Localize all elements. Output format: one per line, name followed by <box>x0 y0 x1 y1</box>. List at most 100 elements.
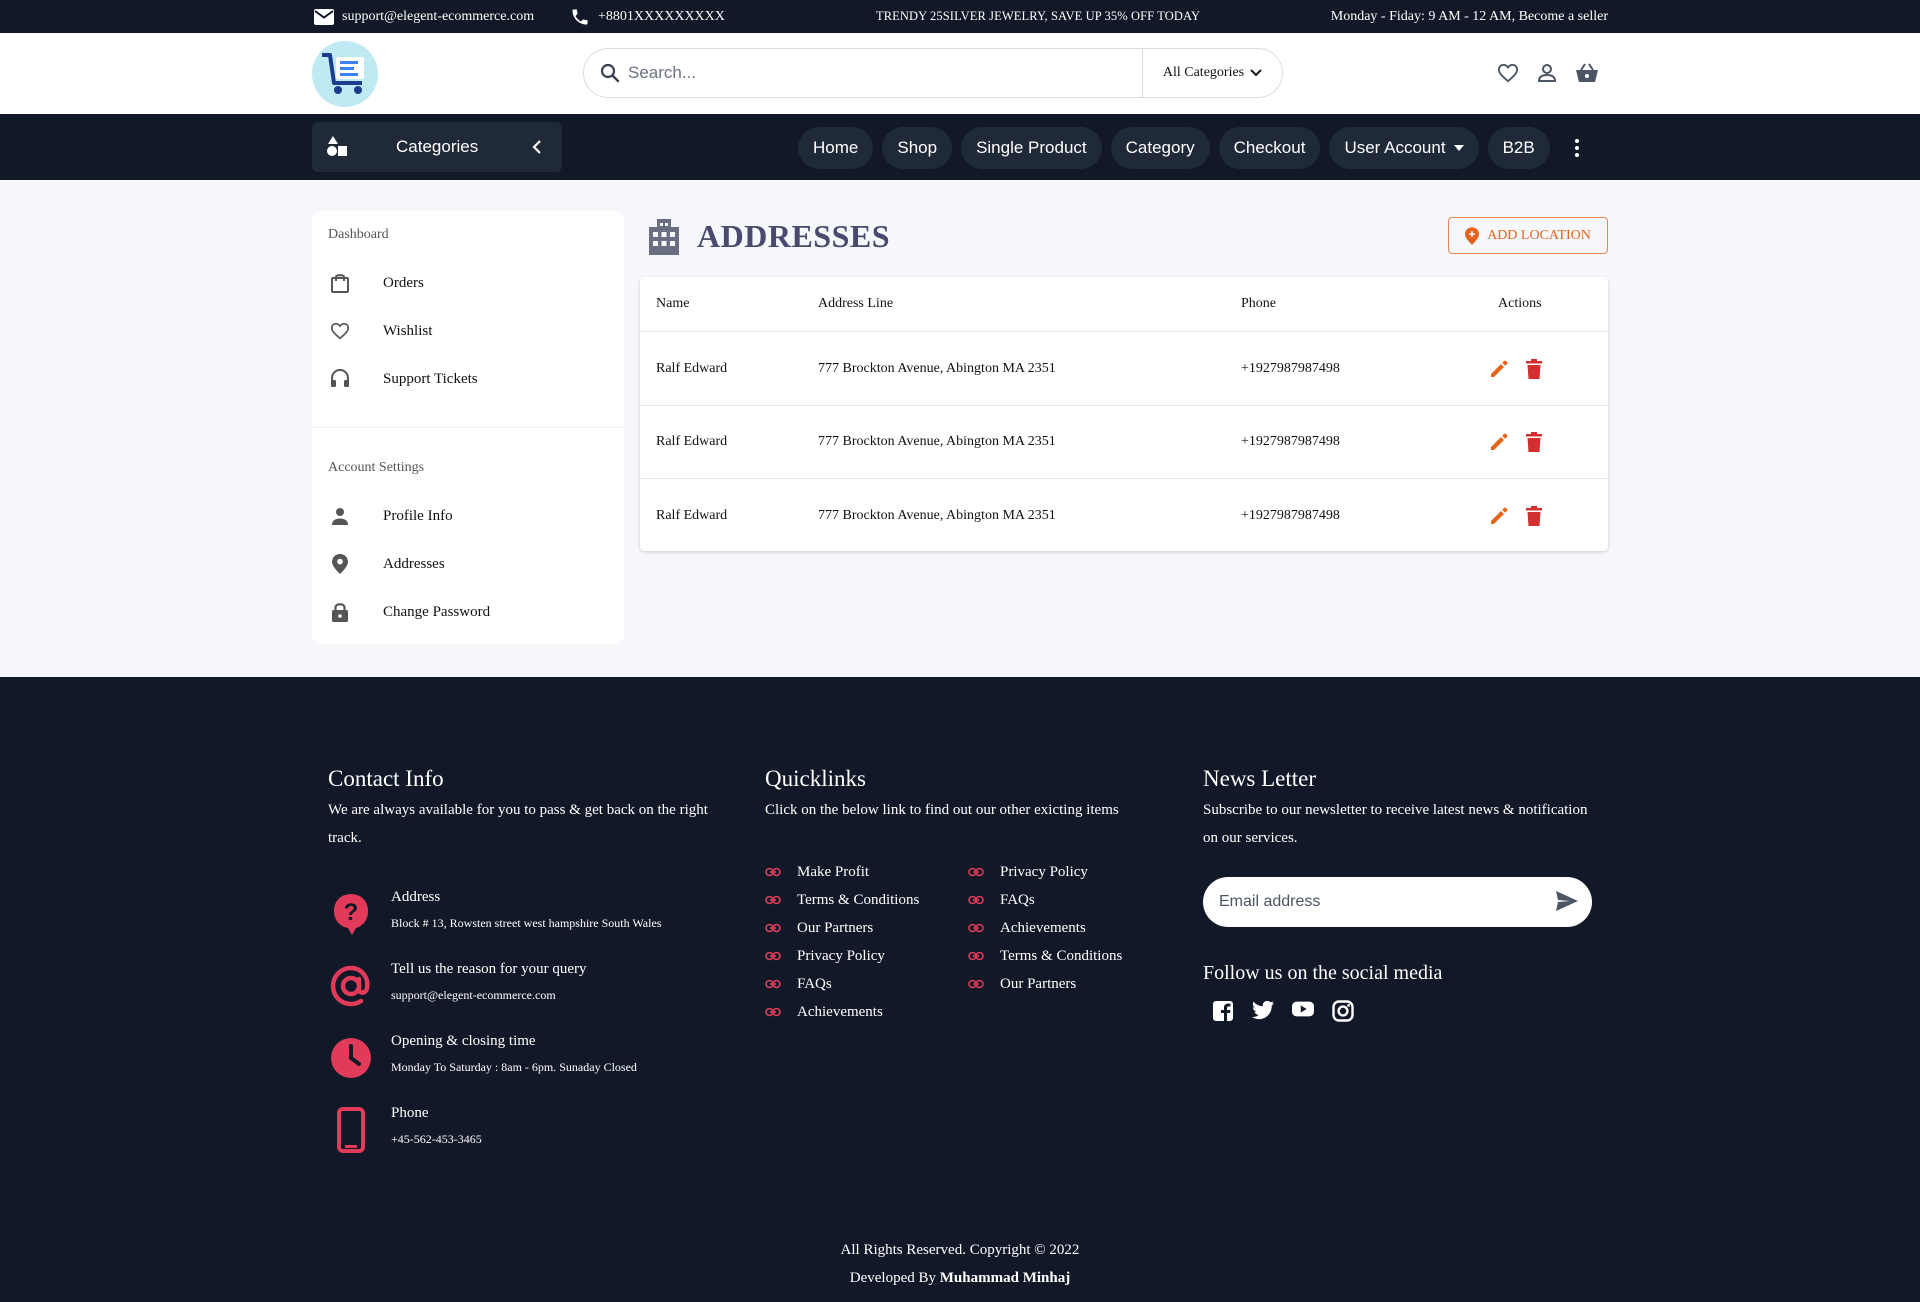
contact-phone-text: Phone +45-562-453-3465 <box>391 1105 482 1147</box>
location-icon <box>328 552 352 576</box>
nav-shop[interactable]: Shop <box>882 127 953 169</box>
sidebar-item-addresses[interactable]: Addresses <box>328 552 445 576</box>
sidebar-item-profile-info[interactable]: Profile Info <box>328 504 453 528</box>
quicklinks-heading: Quicklinks <box>765 766 866 791</box>
building-icon <box>645 217 683 255</box>
link-icon <box>765 895 797 905</box>
row-phone: +1927987987498 <box>1241 507 1340 523</box>
contact-phone-title: Phone <box>391 1105 429 1121</box>
table-row: Ralf Edward 777 Brockton Avenue, Abingto… <box>640 333 1608 406</box>
contact-email: Tell us the reason for your query suppor… <box>328 961 587 1011</box>
wishlist-button[interactable] <box>1496 61 1520 85</box>
category-select-label: All Categories <box>1162 65 1245 80</box>
contact-hours-title: Opening & closing time <box>391 1033 536 1049</box>
row-name: Ralf Edward <box>656 507 728 523</box>
quicklink-label: Privacy Policy <box>797 947 885 964</box>
nav-single-product[interactable]: Single Product <box>961 127 1102 169</box>
sidebar-item-support-tickets[interactable]: Support Tickets <box>328 367 478 391</box>
quicklink-item[interactable]: Our Partners <box>968 974 1076 994</box>
quicklink-label: Achievements <box>1000 919 1086 936</box>
developed-by-label: Developed By <box>849 1270 937 1286</box>
nav-category[interactable]: Category <box>1110 127 1210 169</box>
link-icon <box>765 923 797 933</box>
account-button[interactable] <box>1535 61 1559 85</box>
quicklink-item[interactable]: Privacy Policy <box>968 862 1088 882</box>
sidebar-item-label: Orders <box>383 274 424 291</box>
instagram-icon[interactable] <box>1332 1000 1354 1022</box>
contact-phone-value: +45-562-453-3465 <box>391 1132 482 1146</box>
account-settings-heading: Account Settings <box>328 460 425 475</box>
add-location-button[interactable]: ADD LOCATION <box>1448 217 1608 254</box>
quicklink-item[interactable]: Terms & Conditions <box>765 890 919 910</box>
quicklink-item[interactable]: Make Profit <box>765 862 869 882</box>
contact-address-value: Block # 13, Rowsten street west hampshir… <box>391 916 662 930</box>
quicklink-item[interactable]: FAQs <box>968 890 1035 910</box>
quicklink-label: Our Partners <box>1000 975 1077 992</box>
sidebar-item-label: Change Password <box>383 603 491 620</box>
topbar-email-text: support@elegent-ecommerce.com <box>342 8 535 24</box>
youtube-icon[interactable] <box>1292 1000 1314 1022</box>
quicklink-item[interactable]: Privacy Policy <box>765 946 885 966</box>
row-name: Ralf Edward <box>656 434 728 449</box>
facebook-icon[interactable] <box>1212 1000 1234 1022</box>
link-icon <box>968 923 1000 933</box>
nav-checkout[interactable]: Checkout <box>1218 127 1321 169</box>
contact-email-value[interactable]: support@elegent-ecommerce.com <box>391 988 587 1003</box>
promo-text: TRENDY 25SILVER JEWELRY, SAVE UP 35% OFF… <box>876 9 1201 23</box>
newsletter-description: Subscribe to our newsletter to receive l… <box>1203 802 1588 846</box>
row-actions <box>1489 333 1542 405</box>
link-icon <box>968 951 1000 961</box>
quicklink-item[interactable]: Our Partners <box>765 918 873 938</box>
nav-b2b[interactable]: B2B <box>1487 127 1550 169</box>
quicklink-label: FAQs <box>797 975 832 992</box>
delete-icon[interactable] <box>1526 432 1542 452</box>
topbar-email[interactable]: support@elegent-ecommerce.com <box>314 0 534 33</box>
table-header: Name Address Line Phone Actions <box>640 277 1608 332</box>
row-address: 777 Brockton Avenue, Abington MA 2351 <box>818 361 1056 376</box>
contact-email-text: Tell us the reason for your query suppor… <box>391 961 587 1003</box>
quicklink-item[interactable]: Achievements <box>765 1002 883 1022</box>
logo[interactable] <box>312 41 378 107</box>
quicklink-label: Privacy Policy <box>1000 863 1088 880</box>
account-sidebar: Dashboard Orders Wishlist Support Ticket… <box>312 211 624 644</box>
sidebar-item-orders[interactable]: Orders <box>328 271 424 295</box>
clock-icon <box>328 1033 374 1083</box>
lock-icon <box>328 600 352 624</box>
edit-icon[interactable] <box>1489 432 1509 452</box>
edit-icon[interactable] <box>1489 359 1509 379</box>
location-add-icon <box>1465 226 1480 245</box>
send-icon[interactable] <box>1556 891 1578 911</box>
delete-icon[interactable] <box>1526 359 1542 379</box>
row-phone: +1927987987498 <box>1241 434 1340 449</box>
developer-name[interactable]: Muhammad Minhaj <box>940 1270 1070 1286</box>
contact-address-title: Address <box>391 889 441 905</box>
category-select[interactable]: All Categories <box>1142 49 1282 97</box>
mobile-phone-icon <box>328 1105 374 1155</box>
sidebar-item-change-password[interactable]: Change Password <box>328 600 490 624</box>
table-row: Ralf Edward 777 Brockton Avenue, Abingto… <box>640 406 1608 479</box>
row-actions <box>1489 406 1542 478</box>
business-hours[interactable]: Monday - Fiday: 9 AM - 12 AM, Become a s… <box>1331 0 1608 33</box>
cart-button[interactable] <box>1575 61 1599 85</box>
quicklink-item[interactable]: Terms & Conditions <box>968 946 1122 966</box>
categories-label: Categories <box>396 137 479 156</box>
edit-icon[interactable] <box>1489 506 1509 526</box>
dashboard-heading: Dashboard <box>328 227 389 242</box>
sidebar-item-wishlist[interactable]: Wishlist <box>328 319 432 343</box>
topbar-phone[interactable]: +8801XXXXXXXXX <box>570 0 725 33</box>
cart-logo-icon <box>322 53 364 94</box>
quicklink-item[interactable]: Achievements <box>968 918 1086 938</box>
nav-home[interactable]: Home <box>798 127 874 169</box>
categories-button[interactable]: Categories <box>312 122 562 172</box>
more-menu-button[interactable] <box>1559 127 1595 169</box>
newsletter-email-input[interactable] <box>1219 893 1539 911</box>
search-icon[interactable] <box>584 63 628 83</box>
twitter-icon[interactable] <box>1252 1000 1274 1022</box>
quicklink-item[interactable]: FAQs <box>765 974 832 994</box>
delete-icon[interactable] <box>1526 505 1542 526</box>
nav-user-account[interactable]: User Account <box>1329 127 1479 169</box>
search-input[interactable] <box>628 63 1148 83</box>
link-icon <box>765 867 797 877</box>
contact-info-heading: Contact Info <box>328 766 444 791</box>
quicklink-label: Terms & Conditions <box>1000 947 1123 964</box>
